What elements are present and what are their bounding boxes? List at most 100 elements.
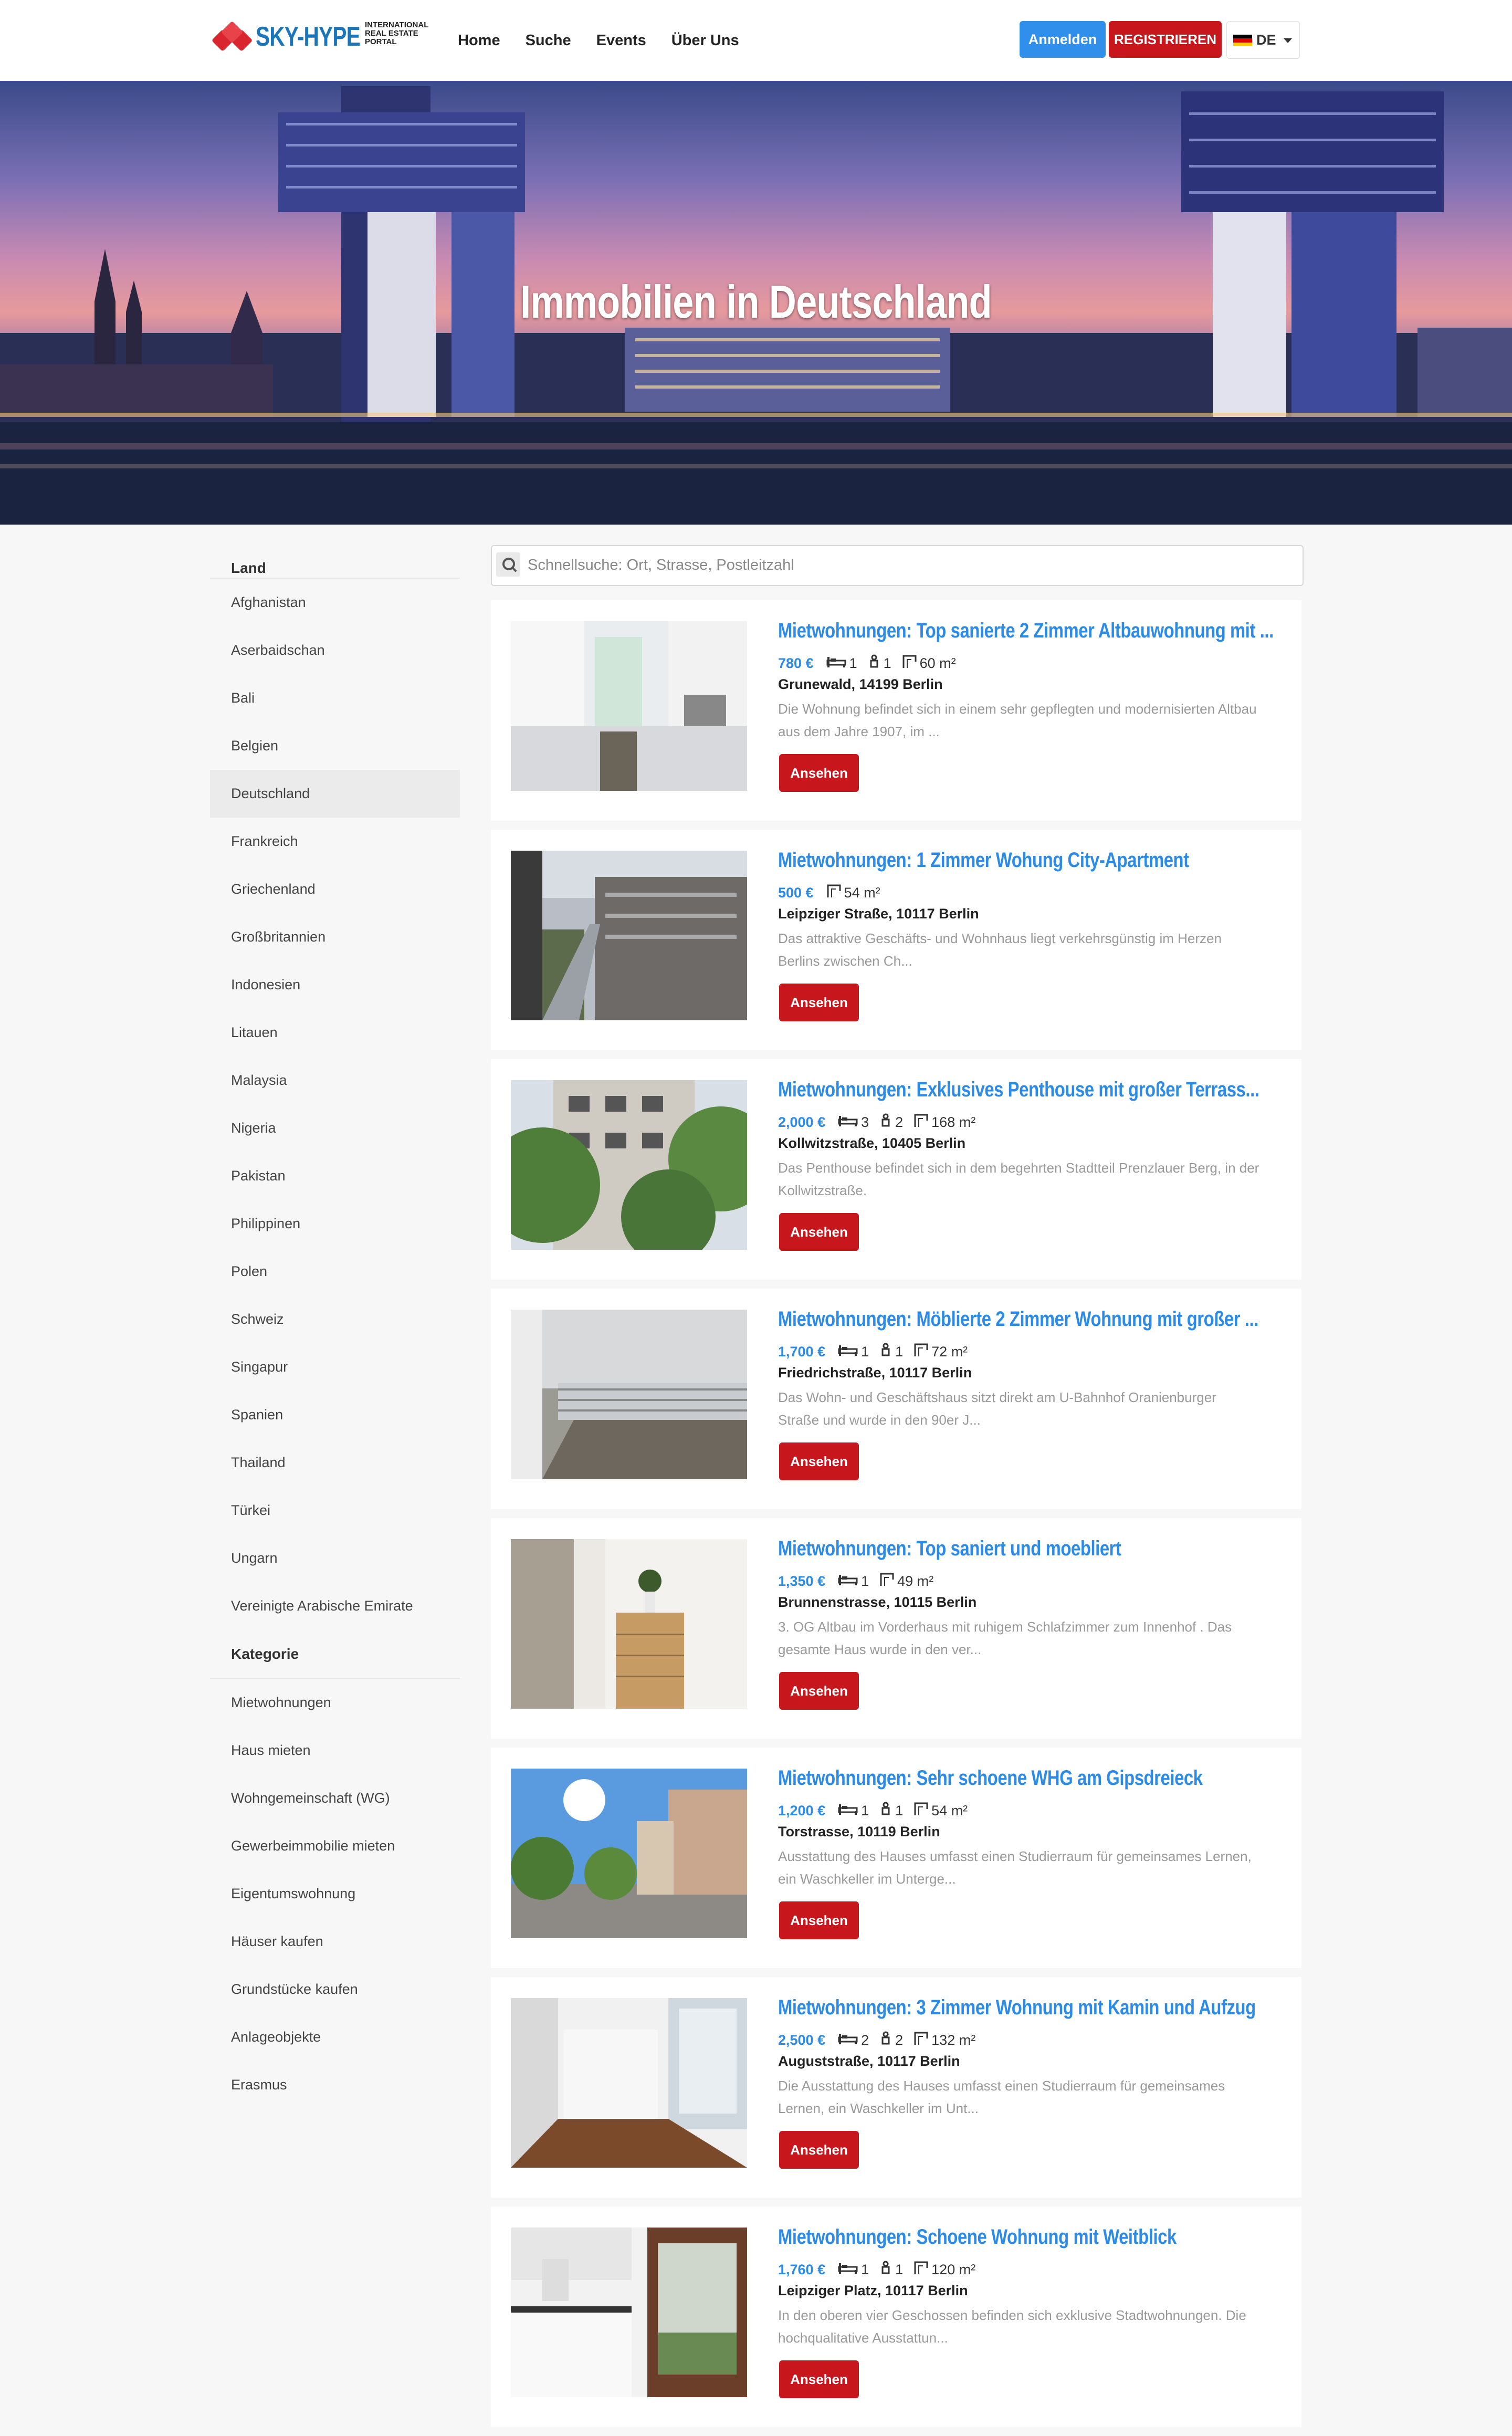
area-value: 54 m² bbox=[931, 1802, 968, 1818]
sidebar-item-category[interactable]: Haus mieten bbox=[210, 1727, 460, 1774]
listing-card: Mietwohnungen: Möblierte 2 Zimmer Wohnun… bbox=[491, 1289, 1301, 1509]
listing-photo[interactable] bbox=[511, 2228, 747, 2397]
bathroom-count: 1 bbox=[895, 2261, 904, 2277]
bedrooms: 1 bbox=[838, 1344, 869, 1360]
caret-down-icon bbox=[1284, 38, 1292, 43]
listing-photo[interactable] bbox=[511, 1310, 747, 1479]
listing-card: Mietwohnungen: Sehr schoene WHG am Gipsd… bbox=[491, 1748, 1301, 1968]
nav-ueber-uns[interactable]: Über Uns bbox=[671, 27, 739, 54]
listing-photo[interactable] bbox=[511, 851, 747, 1020]
listing-description: Das Wohn- und Geschäftshaus sitzt direkt… bbox=[778, 1389, 1216, 1428]
search-icon[interactable] bbox=[496, 552, 520, 577]
bathroom-count: 2 bbox=[895, 2032, 904, 2048]
sidebar-item-category[interactable]: Wohngemeinschaft (WG) bbox=[210, 1774, 460, 1822]
brand-logo[interactable]: SKY-HYPE INTERNATIONAL REAL ESTATE PORTA… bbox=[211, 20, 446, 54]
sidebar-item-country[interactable]: Belgien bbox=[210, 722, 460, 770]
listing-meta: 780 € 1 1 60 m² bbox=[778, 654, 967, 673]
brand-tagline: INTERNATIONAL REAL ESTATE PORTAL bbox=[365, 20, 429, 46]
bath-icon bbox=[868, 654, 884, 673]
sidebar-item-country[interactable]: Bali bbox=[210, 674, 460, 722]
sidebar-item-category[interactable]: Gewerbeimmobilie mieten bbox=[210, 1822, 460, 1870]
sidebar-item-category[interactable]: Eigentumswohnung bbox=[210, 1870, 460, 1918]
nav-events[interactable]: Events bbox=[596, 27, 646, 54]
sidebar-item-country[interactable]: Philippinen bbox=[210, 1200, 460, 1248]
sidebar-item-country[interactable]: Griechenland bbox=[210, 865, 460, 913]
bedroom-count: 2 bbox=[861, 2032, 869, 2048]
listing-title[interactable]: Mietwohnungen: Sehr schoene WHG am Gipsd… bbox=[778, 1766, 1282, 1790]
german-flag-icon bbox=[1233, 35, 1252, 46]
sidebar-item-country[interactable]: Frankreich bbox=[210, 818, 460, 865]
sidebar-item-country[interactable]: Deutschland bbox=[210, 770, 460, 818]
listing-photo[interactable] bbox=[511, 621, 747, 791]
living-area: 72 m² bbox=[914, 1343, 968, 1361]
bathrooms: 1 bbox=[868, 654, 891, 673]
sidebar-item-country[interactable]: Malaysia bbox=[210, 1057, 460, 1104]
sidebar-item-country[interactable]: Vereinigte Arabische Emirate bbox=[210, 1582, 460, 1630]
nav-home[interactable]: Home bbox=[458, 27, 500, 54]
listing-title[interactable]: Mietwohnungen: 1 Zimmer Wohung City-Apar… bbox=[778, 849, 1282, 872]
view-listing-button[interactable]: Ansehen bbox=[779, 754, 859, 792]
view-listing-button[interactable]: Ansehen bbox=[779, 1901, 859, 1939]
view-listing-button[interactable]: Ansehen bbox=[779, 2360, 859, 2398]
sidebar-item-country[interactable]: Singapur bbox=[210, 1343, 460, 1391]
sidebar-item-country[interactable]: Türkei bbox=[210, 1487, 460, 1534]
listing-title[interactable]: Mietwohnungen: Möblierte 2 Zimmer Wohnun… bbox=[778, 1308, 1282, 1331]
sidebar-item-country[interactable]: Polen bbox=[210, 1248, 460, 1295]
view-listing-button[interactable]: Ansehen bbox=[779, 1672, 859, 1710]
listing-title[interactable]: Mietwohnungen: Top sanierte 2 Zimmer Alt… bbox=[778, 619, 1282, 643]
sidebar-item-category[interactable]: Erasmus bbox=[210, 2061, 460, 2109]
area-icon bbox=[914, 1343, 931, 1361]
listing-address: Leipziger Platz, 10117 Berlin bbox=[778, 2283, 968, 2298]
listing-title[interactable]: Mietwohnungen: 3 Zimmer Wohnung mit Kami… bbox=[778, 1996, 1282, 2020]
listing-title[interactable]: Mietwohnungen: Top saniert und moebliert bbox=[778, 1537, 1282, 1561]
sidebar-item-country[interactable]: Nigeria bbox=[210, 1104, 460, 1152]
listing-meta: 1,700 € 1 1 72 m² bbox=[778, 1342, 978, 1361]
view-listing-button[interactable]: Ansehen bbox=[779, 1442, 859, 1480]
language-select[interactable]: DE bbox=[1226, 21, 1300, 59]
sidebar-item-category[interactable]: Häuser kaufen bbox=[210, 1918, 460, 1965]
bathroom-count: 1 bbox=[895, 1802, 904, 1818]
view-listing-button[interactable]: Ansehen bbox=[779, 1213, 859, 1251]
listing-photo[interactable] bbox=[511, 1998, 747, 2168]
listing-photo[interactable] bbox=[511, 1539, 747, 1709]
listing-title[interactable]: Mietwohnungen: Schoene Wohnung mit Weitb… bbox=[778, 2225, 1282, 2249]
listing-price: 1,760 € bbox=[778, 2261, 826, 2277]
hero-title: Immobilien in Deutschland bbox=[520, 276, 992, 328]
login-button[interactable]: Anmelden bbox=[1020, 21, 1106, 58]
listing-card: Mietwohnungen: Exklusives Penthouse mit … bbox=[491, 1059, 1301, 1280]
category-heading: Kategorie bbox=[210, 1630, 460, 1679]
bedroom-count: 1 bbox=[861, 1573, 869, 1589]
register-button[interactable]: REGISTRIEREN bbox=[1109, 21, 1222, 58]
view-listing-button[interactable]: Ansehen bbox=[779, 2131, 859, 2169]
listing-price: 1,350 € bbox=[778, 1573, 826, 1589]
bathrooms: 1 bbox=[879, 1802, 903, 1820]
listing-title[interactable]: Mietwohnungen: Exklusives Penthouse mit … bbox=[778, 1078, 1282, 1102]
listing-address: Friedrichstraße, 10117 Berlin bbox=[778, 1365, 972, 1381]
listing-price: 2,500 € bbox=[778, 2032, 826, 2048]
view-listing-button[interactable]: Ansehen bbox=[779, 984, 859, 1021]
sidebar-item-country[interactable]: Schweiz bbox=[210, 1295, 460, 1343]
sidebar-item-country[interactable]: Pakistan bbox=[210, 1152, 460, 1200]
sidebar-item-country[interactable]: Spanien bbox=[210, 1391, 460, 1439]
search-input[interactable] bbox=[527, 546, 1290, 584]
sidebar-item-category[interactable]: Mietwohnungen bbox=[210, 1679, 460, 1727]
sidebar-item-country[interactable]: Aserbaidschan bbox=[210, 626, 460, 674]
listing-address: Kollwitzstraße, 10405 Berlin bbox=[778, 1135, 966, 1151]
area-value: 54 m² bbox=[844, 884, 880, 901]
language-label: DE bbox=[1256, 32, 1276, 48]
sidebar-item-category[interactable]: Grundstücke kaufen bbox=[210, 1965, 460, 2013]
listing-photo[interactable] bbox=[511, 1769, 747, 1938]
listing-photo[interactable] bbox=[511, 1080, 747, 1250]
nav-suche[interactable]: Suche bbox=[526, 27, 571, 54]
sidebar-item-country[interactable]: Litauen bbox=[210, 1009, 460, 1057]
sidebar-item-country[interactable]: Thailand bbox=[210, 1439, 460, 1487]
country-heading: Land bbox=[210, 541, 460, 579]
sidebar-item-category[interactable]: Anlageobjekte bbox=[210, 2013, 460, 2061]
sidebar-item-country[interactable]: Großbritannien bbox=[210, 913, 460, 961]
sidebar-item-country[interactable]: Ungarn bbox=[210, 1534, 460, 1582]
sidebar-item-country[interactable]: Indonesien bbox=[210, 961, 460, 1009]
bath-icon bbox=[879, 1113, 895, 1132]
hero-banner: Immobilien in Deutschland bbox=[0, 81, 1512, 525]
sidebar-item-country[interactable]: Afghanistan bbox=[210, 579, 460, 626]
living-area: 60 m² bbox=[902, 654, 956, 673]
